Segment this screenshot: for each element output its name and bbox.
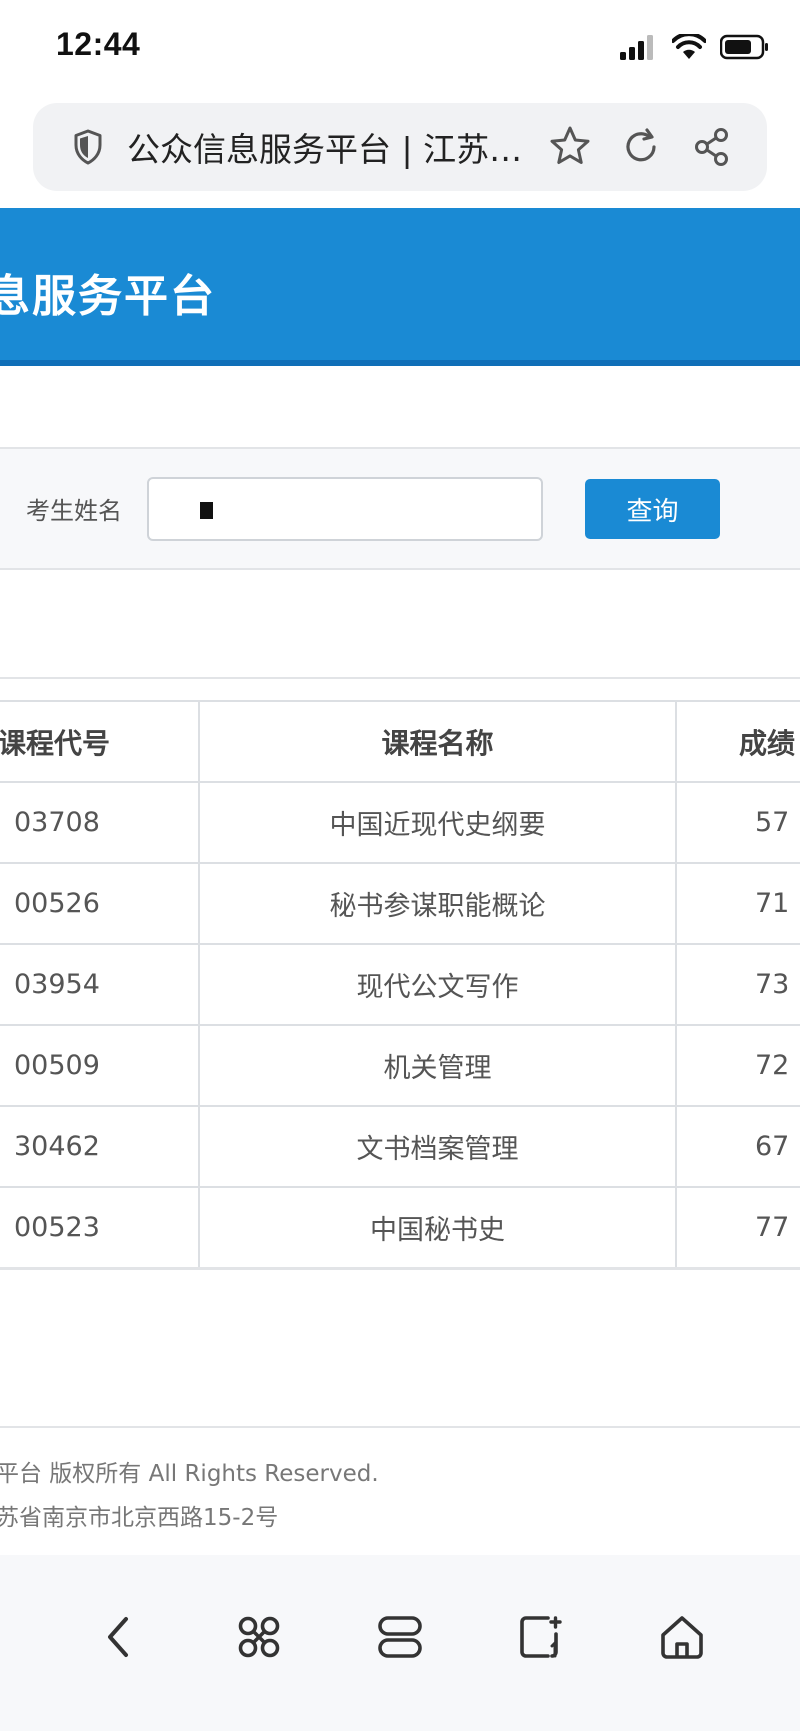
- query-button[interactable]: 查询: [585, 479, 720, 539]
- status-bar: 12:44: [0, 0, 800, 100]
- course-score: 67: [675, 1105, 800, 1188]
- column-header-name: 课程名称: [198, 700, 677, 783]
- site-header: 息服务平台: [0, 208, 800, 366]
- course-score: 57: [675, 781, 800, 864]
- table-row: 00523 中国秘书史 77: [0, 1186, 800, 1269]
- course-name: 中国近现代史纲要: [198, 781, 677, 864]
- course-name: 现代公文写作: [198, 943, 677, 1026]
- course-score: 71: [675, 862, 800, 945]
- back-icon[interactable]: [86, 1605, 150, 1669]
- divider: [0, 1267, 800, 1270]
- tabs-icon[interactable]: [368, 1605, 432, 1669]
- column-header-score: 成绩: [675, 700, 800, 783]
- table-row: 00509 机关管理 72: [0, 1024, 800, 1107]
- course-score: 72: [675, 1024, 800, 1107]
- course-name: 文书档案管理: [198, 1105, 677, 1188]
- course-name: 秘书参谋职能概论: [198, 862, 677, 945]
- table-row: 30462 文书档案管理 67: [0, 1105, 800, 1188]
- address-bar[interactable]: 公众信息服务平台 | 江苏…: [33, 103, 767, 191]
- course-code: 30462: [0, 1105, 200, 1188]
- divider: [0, 677, 800, 679]
- course-name: 机关管理: [198, 1024, 677, 1107]
- table-row: 03708 中国近现代史纲要 57: [0, 781, 800, 864]
- course-name: 中国秘书史: [198, 1186, 677, 1269]
- course-score: 77: [675, 1186, 800, 1269]
- star-icon[interactable]: [549, 125, 591, 171]
- text-cursor: [200, 502, 213, 519]
- table-row: 00526 秘书参谋职能概论 71: [0, 862, 800, 945]
- bottom-nav: [0, 1555, 800, 1731]
- table-row: 03954 现代公文写作 73: [0, 943, 800, 1026]
- course-code: 00526: [0, 862, 200, 945]
- footer-copyright: 平台 版权所有 All Rights Reserved.: [0, 1461, 379, 1487]
- wifi-icon: [671, 32, 707, 64]
- status-icons: [620, 32, 770, 64]
- tab-add-icon[interactable]: [509, 1605, 573, 1669]
- home-icon[interactable]: [650, 1605, 714, 1669]
- site-title: 息服务平台: [0, 271, 216, 322]
- divider: [0, 1426, 800, 1428]
- course-score: 73: [675, 943, 800, 1026]
- table-header-row: 课程代号 课程名称 成绩: [0, 700, 800, 783]
- share-icon[interactable]: [693, 127, 733, 171]
- course-code: 03954: [0, 943, 200, 1026]
- course-code: 03708: [0, 781, 200, 864]
- status-time: 12:44: [56, 26, 141, 62]
- search-label: 考生姓名: [26, 497, 122, 525]
- divider: [0, 568, 800, 570]
- reload-icon[interactable]: [621, 127, 661, 171]
- course-code: 00509: [0, 1024, 200, 1107]
- page-title-tab[interactable]: 公众信息服务平台 | 江苏…: [127, 123, 567, 171]
- search-panel: 考生姓名 查询: [0, 449, 800, 570]
- command-icon[interactable]: [227, 1605, 291, 1669]
- score-table: 课程代号 课程名称 成绩 03708 中国近现代史纲要 57 00526 秘书参…: [0, 700, 800, 1269]
- shield-icon[interactable]: [73, 129, 103, 169]
- column-header-code: 课程代号: [0, 700, 200, 783]
- footer-address: 苏省南京市北京西路15-2号: [0, 1505, 279, 1531]
- signal-icon: [620, 34, 658, 64]
- battery-icon: [719, 34, 770, 64]
- course-code: 00523: [0, 1186, 200, 1269]
